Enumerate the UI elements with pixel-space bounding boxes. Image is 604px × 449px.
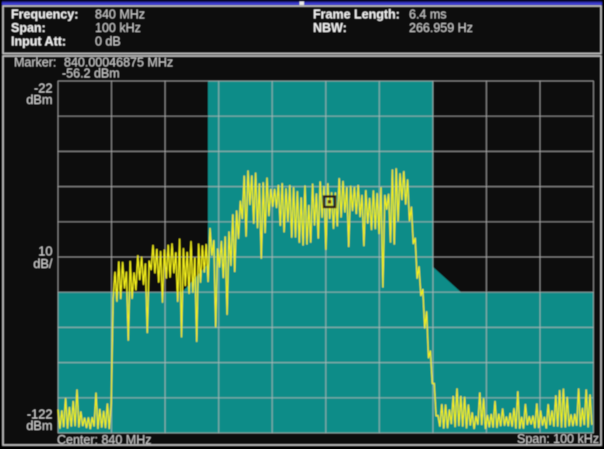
svg-text:Input Att:: Input Att:: [11, 35, 66, 49]
svg-text:Center: 840 MHz: Center: 840 MHz: [57, 433, 151, 447]
svg-text:6.4 ms: 6.4 ms: [409, 8, 447, 22]
svg-text:dB/: dB/: [33, 256, 53, 271]
svg-text:dBm: dBm: [26, 418, 52, 433]
svg-text:266.959 Hz: 266.959 Hz: [409, 21, 473, 35]
svg-text:840 MHz: 840 MHz: [95, 8, 145, 22]
svg-text:-56.2 dBm: -56.2 dBm: [62, 67, 120, 81]
svg-text:NBW:: NBW:: [313, 21, 347, 35]
svg-text:Frequency:: Frequency:: [11, 8, 78, 22]
svg-text:Frame Length:: Frame Length:: [313, 8, 400, 22]
svg-text:Span: 100 kHz: Span: 100 kHz: [517, 432, 599, 446]
svg-text:0 dB: 0 dB: [95, 35, 121, 49]
svg-text:Span:: Span:: [11, 21, 46, 35]
svg-text:dBm: dBm: [26, 92, 52, 107]
svg-text:Marker:: Marker:: [14, 56, 56, 70]
svg-text:100 kHz: 100 kHz: [95, 21, 141, 35]
